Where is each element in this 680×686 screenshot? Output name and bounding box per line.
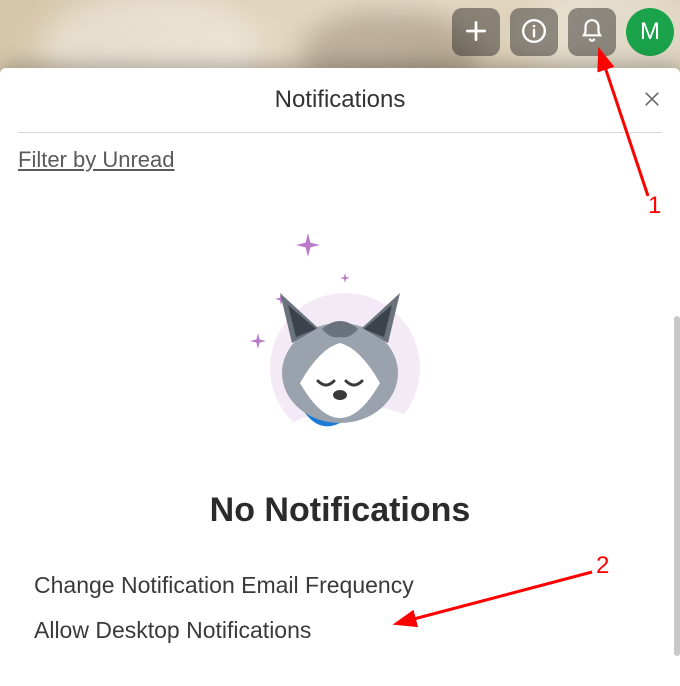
top-toolbar: M: [452, 8, 674, 56]
scroll-thumb[interactable]: [674, 316, 680, 656]
bell-icon: [579, 18, 605, 47]
app-viewport: M Notifications Filter by Unread: [0, 0, 680, 686]
avatar-initial: M: [640, 18, 660, 45]
empty-state-illustration: [240, 233, 440, 463]
notifications-button[interactable]: [568, 8, 616, 56]
close-icon: [642, 89, 662, 112]
panel-title: Notifications: [275, 86, 406, 114]
allow-desktop-notifications-link[interactable]: Allow Desktop Notifications: [30, 603, 670, 648]
add-button[interactable]: [452, 8, 500, 56]
notifications-panel: Notifications Filter by Unread: [0, 68, 680, 686]
empty-state: No Notifications: [0, 233, 680, 530]
change-email-frequency-link[interactable]: Change Notification Email Frequency: [30, 558, 670, 603]
panel-header: Notifications: [0, 68, 680, 132]
filter-by-unread-link[interactable]: Filter by Unread: [18, 147, 175, 173]
divider: [18, 132, 662, 133]
avatar-button[interactable]: M: [626, 8, 674, 56]
empty-state-heading: No Notifications: [210, 491, 471, 530]
close-panel-button[interactable]: [638, 86, 666, 114]
notification-settings-group: Change Notification Email Frequency Allo…: [20, 558, 680, 648]
info-button[interactable]: [510, 8, 558, 56]
info-icon: [521, 18, 547, 47]
plus-icon: [463, 18, 489, 47]
